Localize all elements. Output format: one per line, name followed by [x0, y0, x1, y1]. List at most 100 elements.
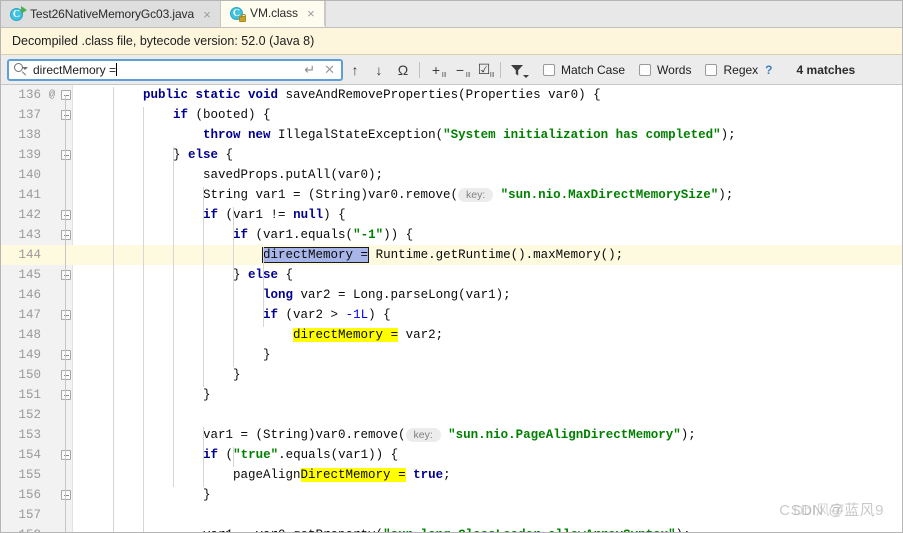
add-selection-button[interactable]: + III [424, 58, 448, 82]
code-line[interactable]: 153 var1 = (String)var0.remove( key: "su… [1, 425, 902, 445]
fold-column[interactable] [59, 385, 73, 405]
match-case-option[interactable]: Match Case [543, 63, 625, 77]
code-line[interactable]: 157 [1, 505, 902, 525]
fold-column[interactable] [59, 505, 73, 525]
line-number: 139 [18, 148, 41, 162]
line-number: 151 [18, 388, 41, 402]
find-all-button[interactable]: Ω [391, 58, 415, 82]
tab-close-icon[interactable]: × [201, 8, 213, 21]
fold-collapse-icon[interactable] [61, 390, 71, 400]
code-line[interactable]: 140 savedProps.putAll(var0); [1, 165, 902, 185]
close-icon[interactable]: ✕ [322, 63, 337, 76]
search-input[interactable]: directMemory = [31, 62, 297, 77]
gutter-annotation-marker: @ [48, 89, 56, 101]
code-line[interactable]: 146 long var2 = Long.parseLong(var1); [1, 285, 902, 305]
tab-close-icon[interactable]: × [305, 7, 317, 20]
gutter-annotation-marker [45, 325, 59, 345]
code-line[interactable]: 143 if (var1.equals("-1")) { [1, 225, 902, 245]
fold-column[interactable] [59, 205, 73, 225]
line-number: 140 [18, 168, 41, 182]
fold-column[interactable] [59, 325, 73, 345]
words-checkbox[interactable] [639, 63, 652, 76]
remove-selection-button[interactable]: − III [448, 58, 472, 82]
fold-column[interactable] [59, 285, 73, 305]
fold-collapse-icon[interactable] [61, 270, 71, 280]
fold-column[interactable] [59, 465, 73, 485]
fold-column[interactable] [59, 345, 73, 365]
find-previous-button[interactable]: ↑ [343, 58, 367, 82]
code-line[interactable]: 138 throw new IllegalStateException("Sys… [1, 125, 902, 145]
fold-column[interactable] [59, 525, 73, 532]
filter-button[interactable] [505, 58, 529, 82]
code-line[interactable]: 150 } [1, 365, 902, 385]
match-case-checkbox[interactable] [543, 63, 555, 76]
code-line[interactable]: 155 pageAlignDirectMemory = true; [1, 465, 902, 485]
fold-column[interactable] [59, 425, 73, 445]
line-number: 145 [18, 268, 41, 282]
fold-column[interactable] [59, 485, 73, 505]
editor-tab-java-file[interactable]: C Test26NativeMemoryGc03.java × [1, 1, 222, 27]
code-token-pln: savedProps.putAll(var0); [83, 168, 384, 182]
code-line[interactable]: 136 @ public static void saveAndRemovePro… [1, 85, 902, 105]
fold-collapse-icon[interactable] [61, 230, 71, 240]
code-token-pln: String var1 = (String)var0.remove( [83, 188, 459, 202]
code-line[interactable]: 137 if (booted) { [1, 105, 902, 125]
fold-collapse-icon[interactable] [61, 210, 71, 220]
fold-column[interactable] [59, 165, 73, 185]
fold-column[interactable] [59, 125, 73, 145]
code-line[interactable]: 152 [1, 405, 902, 425]
fold-column[interactable] [59, 185, 73, 205]
checkbox-select-icon: ☑ [477, 61, 491, 77]
fold-column[interactable] [59, 305, 73, 325]
code-token-kw: else [188, 148, 226, 162]
code-line[interactable]: 156 } [1, 485, 902, 505]
code-line[interactable]: 149 } [1, 345, 902, 365]
regex-checkbox[interactable] [705, 63, 718, 76]
fold-column[interactable] [59, 225, 73, 245]
line-number: 144 [18, 248, 41, 262]
fold-column[interactable] [59, 145, 73, 165]
code-token-pln: ) { [323, 208, 346, 222]
fold-collapse-icon[interactable] [61, 370, 71, 380]
idea-editor-window: C Test26NativeMemoryGc03.java × C VM.cla… [0, 0, 903, 533]
code-line[interactable]: 142 if (var1 != null) { [1, 205, 902, 225]
code-line[interactable]: 144 directMemory = Runtime.getRuntime().… [1, 245, 902, 265]
indent-guide [203, 187, 204, 387]
fold-collapse-icon[interactable] [61, 90, 71, 100]
editor-tab-vm-class[interactable]: C VM.class × [221, 1, 325, 27]
fold-column[interactable] [59, 85, 73, 105]
fold-column[interactable] [59, 405, 73, 425]
words-option[interactable]: Words [639, 63, 691, 77]
find-next-button[interactable]: ↓ [367, 58, 391, 82]
fold-column[interactable] [59, 365, 73, 385]
code-line[interactable]: 141 String var1 = (String)var0.remove( k… [1, 185, 902, 205]
code-line[interactable]: 151 } [1, 385, 902, 405]
fold-collapse-icon[interactable] [61, 490, 71, 500]
regex-option[interactable]: Regex [705, 63, 758, 77]
select-all-occurrences-button[interactable]: ☑ III [472, 58, 496, 82]
fold-collapse-icon[interactable] [61, 350, 71, 360]
fold-collapse-icon[interactable] [61, 310, 71, 320]
code-line[interactable]: 148 directMemory = var2; [1, 325, 902, 345]
fold-column[interactable] [59, 445, 73, 465]
fold-column[interactable] [59, 265, 73, 285]
fold-collapse-icon[interactable] [61, 150, 71, 160]
code-line[interactable]: 158 var1 = var0.getProperty("sun.lang.Cl… [1, 525, 902, 532]
code-line[interactable]: 154 if ("true".equals(var1)) { [1, 445, 902, 465]
code-editor[interactable]: 136 @ public static void saveAndRemovePro… [1, 85, 902, 532]
search-input-wrapper[interactable]: directMemory = ↵ ✕ [7, 58, 343, 81]
search-icon[interactable] [14, 63, 28, 76]
regex-help-icon[interactable]: ? [765, 63, 772, 77]
new-line-icon[interactable]: ↵ [301, 63, 318, 76]
code-line[interactable]: 139 } else { [1, 145, 902, 165]
code-line[interactable]: 145 } else { [1, 265, 902, 285]
fold-column[interactable] [59, 105, 73, 125]
fold-collapse-icon[interactable] [61, 450, 71, 460]
code-line[interactable]: 147 if (var2 > -1L) { [1, 305, 902, 325]
fold-column[interactable] [59, 245, 73, 265]
code-text: throw new IllegalStateException("System … [73, 125, 902, 145]
code-token-str: "System initialization has completed" [443, 128, 721, 142]
fold-collapse-icon[interactable] [61, 110, 71, 120]
code-token-pln: ) { [368, 308, 391, 322]
